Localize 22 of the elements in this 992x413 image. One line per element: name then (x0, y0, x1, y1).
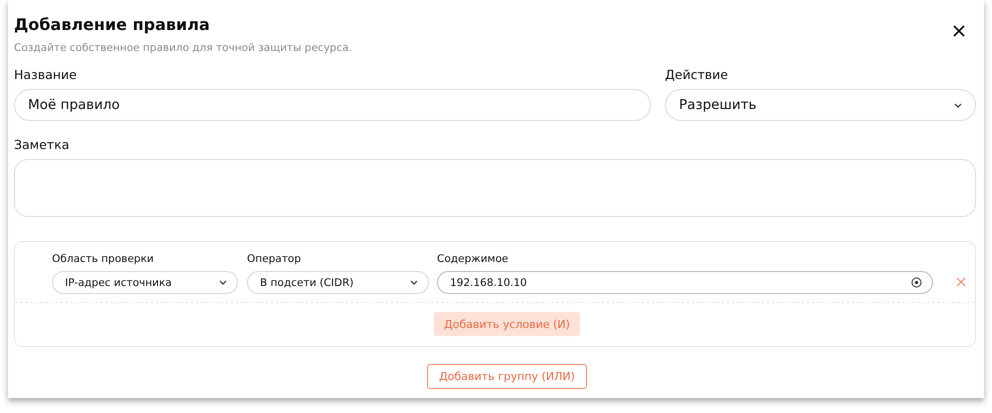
close-icon (956, 277, 966, 287)
action-select[interactable]: Разрешить (665, 89, 976, 121)
name-input-field[interactable]: Моё правило (14, 89, 651, 121)
dialog-subtitle: Создайте собственное правило для точной защиты ресурса. (14, 42, 352, 54)
chevron-down-icon (954, 102, 962, 108)
field-label: Заметка (14, 137, 70, 153)
content-input-field[interactable]: 192.168.10.10 (437, 271, 933, 294)
chevron-down-icon (219, 280, 227, 285)
field-label: Содержимое (437, 252, 510, 266)
remove-condition-button[interactable] (954, 276, 968, 288)
note-text-area[interactable] (14, 159, 976, 217)
field-label: Оператор (247, 252, 302, 266)
target-icon (911, 277, 922, 288)
dialog-title: Добавление правила (14, 14, 211, 36)
field-label: Действие (665, 67, 729, 83)
scope-select[interactable]: IP-адрес источника (52, 271, 238, 294)
operator-select[interactable]: В подсети (CIDR) (247, 271, 429, 294)
close-icon (953, 25, 965, 37)
close-button[interactable] (952, 24, 966, 38)
chevron-down-icon (410, 280, 418, 285)
field-label: Область проверки (52, 252, 155, 266)
field-label: Название (14, 67, 78, 83)
